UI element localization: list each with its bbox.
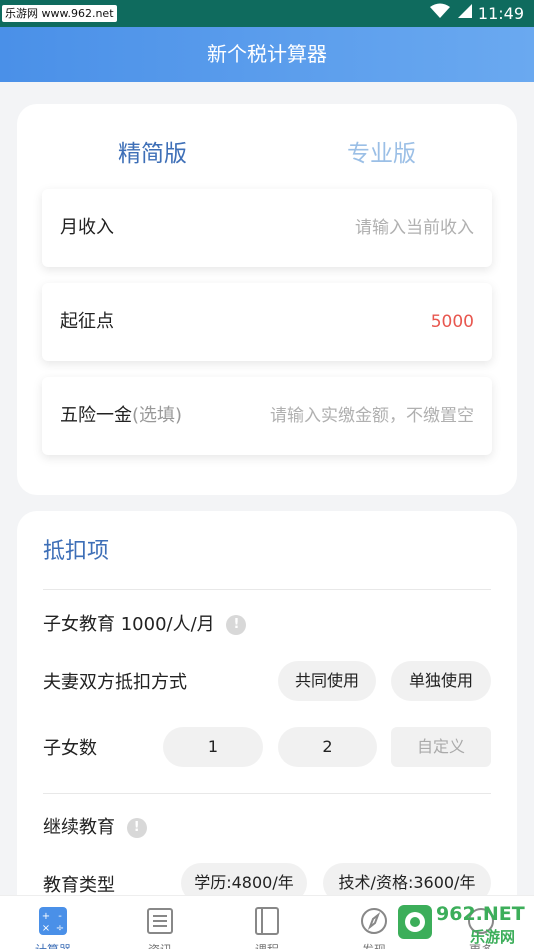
tab-pro[interactable]: 专业版 (347, 134, 416, 168)
svg-text:÷: ÷ (56, 923, 64, 934)
insurance-label: 五险一金 (60, 405, 132, 426)
tab-label: 计算器 (13, 941, 93, 949)
income-label: 月收入 (60, 217, 114, 238)
continuing-edu-label: 继续教育 (43, 817, 115, 838)
svg-text:×: × (42, 923, 50, 934)
divider (43, 793, 491, 794)
svg-text:-: - (58, 911, 62, 922)
continuing-edu-row: 继续教育 ! (43, 813, 147, 839)
watermark-brand: 962.NET (436, 903, 525, 925)
edu-type-label: 教育类型 (43, 875, 115, 896)
info-icon[interactable]: ! (126, 818, 147, 838)
divider (43, 589, 491, 590)
page-title: 新个税计算器 (0, 27, 534, 82)
threshold-label: 起征点 (60, 311, 114, 332)
couple-label: 夫妻双方抵扣方式 (43, 672, 187, 693)
children-edu-row: 子女教育 1000/人/月 ! (43, 610, 247, 636)
children-count-1[interactable]: 1 (163, 727, 263, 767)
children-count-2[interactable]: 2 (278, 727, 377, 767)
tab-simple[interactable]: 精简版 (115, 134, 190, 168)
svg-text:+: + (42, 911, 50, 922)
children-count-label: 子女数 (43, 738, 97, 759)
deductions-card: 抵扣项 子女教育 1000/人/月 ! 夫妻双方抵扣方式 共同使用 单独使用 子… (17, 511, 517, 949)
wifi-icon (429, 3, 450, 23)
status-time: 11:49 (477, 3, 524, 23)
calculator-icon: + - × ÷ (39, 907, 67, 935)
news-icon (147, 908, 173, 934)
status-bar: 乐游网 www.962.net 11:49 (0, 0, 534, 27)
deductions-title: 抵扣项 (43, 539, 110, 564)
income-input[interactable]: 请输入当前收入 (355, 189, 474, 267)
compass-icon (361, 908, 387, 934)
threshold-field[interactable]: 起征点 5000 (42, 283, 492, 361)
insurance-optional: (选填) (132, 405, 183, 426)
watermark-sub: 乐游网 (470, 928, 516, 946)
info-icon[interactable]: ! (226, 615, 247, 635)
signal-icon (456, 3, 472, 23)
watermark-badge: 乐游网 www.962.net (2, 5, 117, 22)
income-field[interactable]: 月收入 请输入当前收入 (42, 189, 492, 267)
option-separate[interactable]: 单独使用 (391, 661, 491, 701)
insurance-input[interactable]: 请输入实缴金额，不缴置空 (270, 377, 474, 455)
version-tabs: 精简版 专业版 (17, 134, 517, 174)
option-shared[interactable]: 共同使用 (278, 661, 376, 701)
tab-label: 资讯 (120, 941, 200, 949)
children-edu-label: 子女教育 1000/人/月 (43, 614, 215, 635)
tab-label: 课程 (227, 941, 307, 949)
threshold-value[interactable]: 5000 (431, 283, 474, 361)
insurance-field[interactable]: 五险一金(选填) 请输入实缴金额，不缴置空 (42, 377, 492, 455)
children-count-custom[interactable]: 自定义 (391, 727, 491, 767)
calculator-card: 精简版 专业版 月收入 请输入当前收入 起征点 5000 五险一金(选填) 请输… (17, 104, 517, 495)
book-icon (255, 907, 279, 935)
